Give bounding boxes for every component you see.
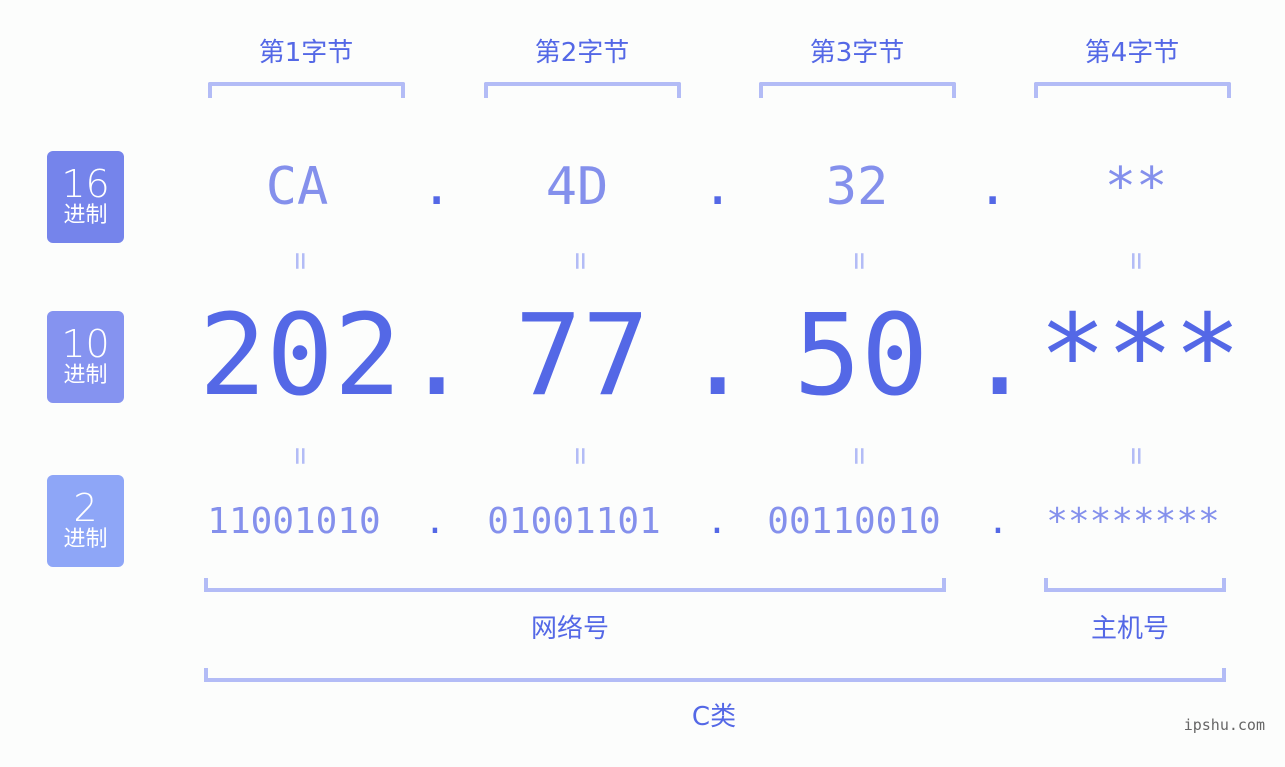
bin-separator-3: . (987, 501, 1009, 542)
byte-bracket-3 (759, 82, 956, 98)
hex-byte-3: 32 (825, 157, 889, 217)
class-label: C类 (691, 702, 737, 732)
hex-byte-2: 4D (545, 157, 609, 217)
bin-byte-3: 00110010 (767, 501, 941, 542)
equals-sign: = (842, 446, 877, 466)
dec-separator-1: . (403, 291, 471, 421)
byte-label-2: 第2字节 (534, 38, 630, 68)
bin-byte-4: ******** (1046, 501, 1220, 542)
badge-hex-number: 16 (61, 162, 110, 206)
equals-sign: = (842, 251, 877, 271)
host-bracket (1044, 578, 1226, 592)
dec-separator-3: . (966, 291, 1034, 421)
bin-separator-2: . (706, 501, 728, 542)
watermark: ipshu.com (1183, 716, 1265, 734)
equals-sign: = (563, 251, 598, 271)
class-bracket (204, 668, 1226, 682)
host-label: 主机号 (1090, 614, 1169, 644)
dec-byte-2: 77 (514, 291, 650, 421)
byte-bracket-4 (1034, 82, 1231, 98)
badge-hex-unit: 进制 (63, 203, 108, 228)
hex-separator-1: . (421, 157, 453, 217)
byte-label-3: 第3字节 (809, 38, 905, 68)
hex-byte-4: ** (1104, 157, 1168, 217)
badge-hex: 16 进制 (47, 151, 124, 243)
badge-bin-number: 2 (73, 486, 98, 530)
hex-byte-1: CA (265, 157, 329, 217)
equals-sign: = (283, 446, 318, 466)
equals-sign: = (1119, 446, 1154, 466)
badge-dec-number: 10 (61, 322, 110, 366)
equals-sign: = (563, 446, 598, 466)
dec-byte-4: *** (1038, 291, 1242, 421)
badge-dec: 10 进制 (47, 311, 124, 403)
equals-sign: = (1119, 251, 1154, 271)
bin-separator-1: . (424, 501, 446, 542)
byte-bracket-1 (208, 82, 405, 98)
hex-separator-3: . (977, 157, 1009, 217)
dec-byte-1: 202 (198, 291, 402, 421)
equals-sign: = (283, 251, 318, 271)
byte-bracket-2 (484, 82, 681, 98)
dec-byte-3: 50 (793, 291, 929, 421)
badge-bin: 2 进制 (47, 475, 124, 567)
byte-label-1: 第1字节 (258, 38, 354, 68)
badge-dec-unit: 进制 (63, 363, 108, 388)
badge-bin-unit: 进制 (63, 527, 108, 552)
bin-byte-2: 01001101 (487, 501, 661, 542)
hex-separator-2: . (702, 157, 734, 217)
network-label: 网络号 (530, 614, 609, 644)
dec-separator-2: . (684, 291, 752, 421)
network-bracket (204, 578, 946, 592)
byte-label-4: 第4字节 (1084, 38, 1180, 68)
bin-byte-1: 11001010 (207, 501, 381, 542)
